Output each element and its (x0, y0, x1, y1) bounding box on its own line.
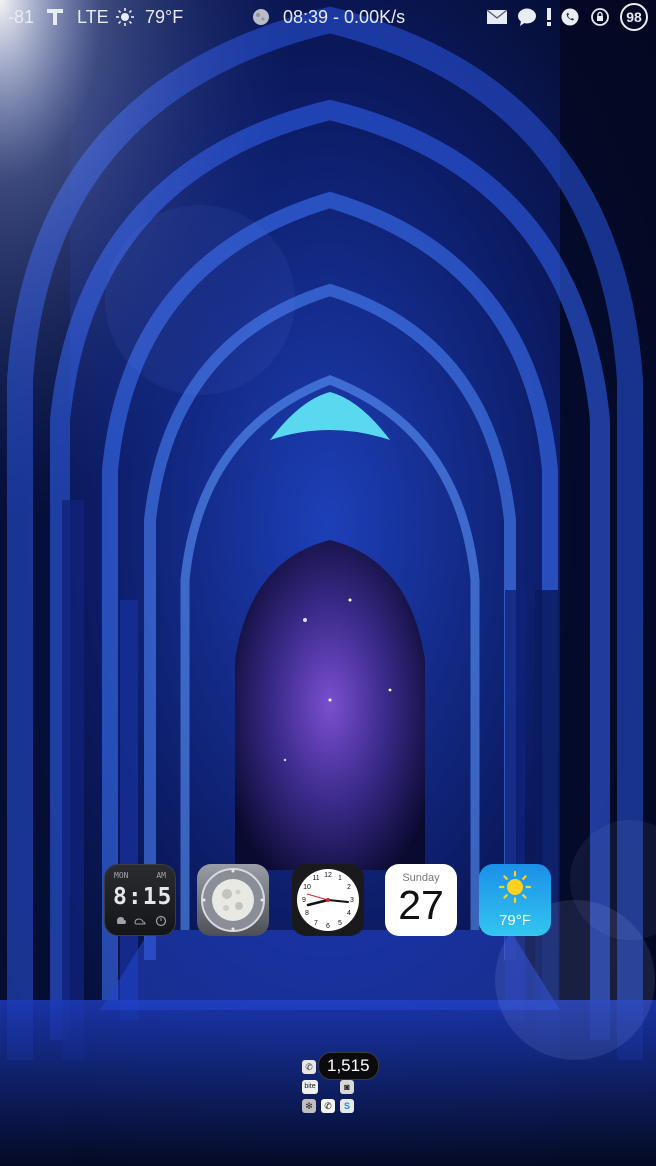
svg-text:10: 10 (303, 884, 311, 891)
chat-bubble-icon[interactable] (517, 6, 537, 28)
whatsapp-icon[interactable] (560, 6, 580, 28)
time-speed: 08:39 - 0.00K/s (283, 7, 406, 27)
svg-text:9: 9 (302, 897, 306, 904)
weather-app[interactable]: 79°F (479, 864, 551, 936)
calendar-date: 27 (398, 882, 444, 928)
weather-temperature: 79°F (499, 912, 531, 929)
analog-clock-icon: 12 12 3 45 6 7 8 9 1011 (297, 869, 359, 931)
sun-icon (115, 6, 135, 28)
status-bar: -81 LTE 79°F 08:39 - 0.00K/s 98 (0, 0, 656, 34)
day-label: MON (114, 871, 129, 880)
settings-icon: ✻ (302, 1099, 316, 1113)
camera-icon: ◙ (340, 1080, 354, 1094)
phone-icon: ✆ (302, 1060, 316, 1074)
t-mobile-icon (46, 6, 64, 28)
svg-text:5: 5 (338, 920, 342, 927)
signal-strength: -81 (8, 7, 35, 27)
calendar-app[interactable]: Sunday 27 (385, 864, 457, 936)
moon-phase-app[interactable] (197, 864, 269, 936)
moon-icon (201, 868, 265, 932)
svg-text:8: 8 (305, 910, 309, 917)
digital-time: 8:15 (113, 884, 173, 910)
network-type: LTE (77, 7, 109, 27)
svg-text:12: 12 (324, 872, 332, 879)
skype-icon: S (340, 1099, 354, 1113)
svg-text:2: 2 (347, 884, 351, 891)
phone-icon: ✆ (321, 1099, 335, 1113)
digital-clock-widget[interactable]: MON AM 8:15 (104, 864, 176, 936)
svg-text:11: 11 (312, 875, 319, 882)
temperature: 79°F (145, 7, 184, 27)
svg-text:7: 7 (314, 920, 318, 927)
svg-text:4: 4 (347, 910, 351, 917)
battery-indicator: 98 (620, 3, 648, 31)
wallpaper-cathedral (0, 0, 656, 1166)
svg-text:1: 1 (338, 875, 342, 882)
notification-badge: 1,515 (318, 1052, 379, 1080)
moon-phase-icon (252, 6, 270, 28)
clock-app[interactable]: 12 1 2 3 45 6 7 8 9 10 11 (292, 864, 364, 936)
svg-text:6: 6 (326, 923, 330, 930)
ampm-label: AM (156, 871, 166, 880)
bite-app-icon: bite (302, 1080, 318, 1094)
mail-icon[interactable] (486, 6, 508, 28)
sun-icon (498, 870, 532, 904)
svg-text:3: 3 (350, 897, 354, 904)
rotation-lock-icon[interactable] (590, 6, 610, 28)
alert-icon[interactable] (545, 6, 553, 28)
weather-mini-icons (117, 915, 167, 927)
